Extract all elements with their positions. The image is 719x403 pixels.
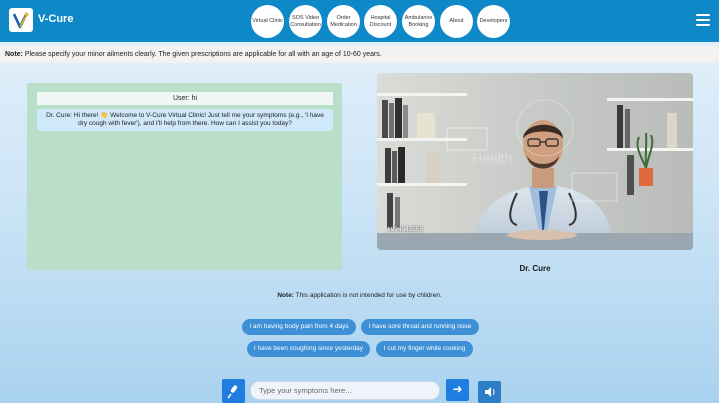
- suggestion-cut-finger[interactable]: I cut my finger while cooking: [376, 341, 473, 357]
- speaker-icon: [485, 387, 495, 397]
- send-button[interactable]: ➜: [446, 379, 469, 401]
- user-message: User: hi: [37, 92, 333, 105]
- note-text: Please specify your minor ailments clear…: [22, 51, 382, 58]
- doctor-video: Health 1994542555: [377, 73, 693, 250]
- doctor-video-illustration: Health: [377, 73, 693, 250]
- svg-text:Health: Health: [472, 150, 512, 166]
- speaker-button[interactable]: [478, 381, 501, 403]
- arrow-right-icon: ➜: [452, 382, 463, 396]
- nav-about[interactable]: About: [440, 5, 473, 38]
- doctor-name: Dr. Cure: [519, 264, 551, 273]
- mic-icon: [227, 385, 238, 399]
- note-prefix: Note:: [5, 51, 23, 58]
- top-navbar: V-Cure Virtual Clinic SOS Video Consulta…: [0, 0, 719, 42]
- nav-order-medication[interactable]: Order Medication: [327, 5, 360, 38]
- nav-virtual-clinic[interactable]: Virtual Clinic: [251, 5, 284, 38]
- suggestion-sore-throat[interactable]: I have sore throat and running nose: [361, 319, 479, 335]
- children-note-prefix: Note:: [277, 292, 294, 299]
- children-note: Note: This application is not intended f…: [0, 292, 719, 299]
- hamburger-icon[interactable]: [696, 14, 710, 26]
- nav-ambulance-booking[interactable]: Ambulance Booking: [402, 5, 435, 38]
- age-note-bar: Note: Please specify your minor ailments…: [0, 46, 719, 63]
- nav-developers[interactable]: Developers: [477, 5, 510, 38]
- children-note-text: This application is not intended for use…: [293, 292, 442, 299]
- mic-button[interactable]: [222, 379, 245, 403]
- nav-hospital-discount[interactable]: Hospital Discount: [364, 5, 397, 38]
- chat-panel: User: hi Dr. Cure: Hi there! 👋 Welcome t…: [27, 83, 342, 270]
- suggestion-body-pain[interactable]: I am having body pain from 4 days: [242, 319, 356, 335]
- v-cure-logo[interactable]: [9, 8, 33, 32]
- nav-sos-video-consultation[interactable]: SOS Video Consultation: [289, 5, 322, 38]
- suggestion-coughing[interactable]: I have been coughing since yesterday: [247, 341, 370, 357]
- video-overlay-number: 1994542555: [387, 226, 424, 233]
- brand-name[interactable]: V-Cure: [38, 13, 73, 25]
- symptoms-input[interactable]: [250, 381, 440, 400]
- bot-message: Dr. Cure: Hi there! 👋 Welcome to V-Cure …: [37, 109, 333, 131]
